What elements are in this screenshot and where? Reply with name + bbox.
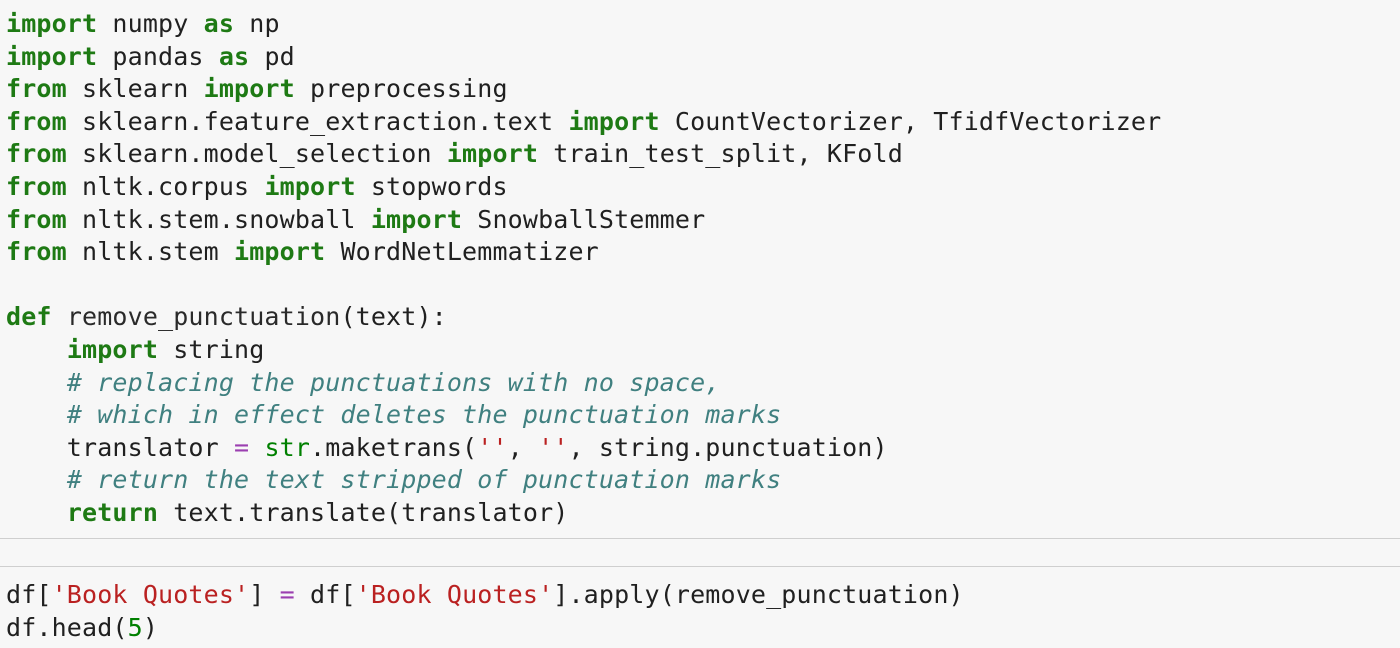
code-token: SnowballStemmer xyxy=(462,204,706,234)
code-token: from xyxy=(6,106,67,136)
code-token: # return the text stripped of punctuatio… xyxy=(66,465,782,495)
code-token: import xyxy=(234,237,326,267)
code-token: pd xyxy=(249,41,295,71)
code-token: def xyxy=(6,302,52,332)
code-token: = xyxy=(279,580,295,609)
code-token: import xyxy=(370,204,463,234)
code-token: from xyxy=(6,171,67,201)
code-token: import xyxy=(66,334,159,364)
code-token: 'Book Quotes' xyxy=(51,580,250,609)
code-token: , xyxy=(507,432,539,462)
code-token: '' xyxy=(477,432,508,462)
code-line: return text.translate(translator) xyxy=(6,497,1161,530)
code-token: = xyxy=(234,432,250,462)
code-token: as xyxy=(218,41,250,71)
code-token: import xyxy=(264,171,356,201)
code-line: df.head(5) xyxy=(6,612,964,645)
code-line: from nltk.corpus import stopwords xyxy=(6,171,1161,204)
code-token: df.head( xyxy=(6,612,128,642)
code-token: as xyxy=(203,9,235,38)
code-cell-apply-function[interactable]: df['Book Quotes'] = df['Book Quotes'].ap… xyxy=(0,566,1400,648)
code-token: translator xyxy=(6,432,235,462)
code-token: (text): xyxy=(340,302,447,332)
code-token: nltk.stem.snowball xyxy=(66,204,371,234)
code-line: # replacing the punctuations with no spa… xyxy=(6,367,1161,400)
code-line: from sklearn.feature_extraction.text imp… xyxy=(6,106,1161,139)
code-token: from xyxy=(6,204,67,234)
code-token: df[ xyxy=(6,580,52,609)
code-token: from xyxy=(6,139,67,169)
code-token: 'Book Quotes' xyxy=(355,580,554,609)
code-line: import string xyxy=(6,334,1161,367)
code-line: df['Book Quotes'] = df['Book Quotes'].ap… xyxy=(6,579,964,612)
code-token: CountVectorizer, TfidfVectorizer xyxy=(659,106,1162,136)
code-token: string xyxy=(158,334,265,364)
code-editor[interactable]: import numpy as np import pandas as pd fro… xyxy=(6,8,1161,530)
code-token: numpy xyxy=(97,9,204,38)
code-token: # replacing the punctuations with no spa… xyxy=(66,367,721,397)
cell-separator xyxy=(0,538,1400,567)
code-line: from nltk.stem.snowball import SnowballS… xyxy=(6,204,1161,237)
code-editor[interactable]: df['Book Quotes'] = df['Book Quotes'].ap… xyxy=(6,579,964,644)
code-line: from sklearn import preprocessing xyxy=(6,73,1161,106)
code-line: # which in effect deletes the punctuatio… xyxy=(6,399,1161,432)
code-token: str xyxy=(264,432,311,462)
code-line: from sklearn.model_selection import trai… xyxy=(6,138,1161,171)
code-token: return xyxy=(66,497,159,527)
code-token: stopwords xyxy=(355,171,508,201)
code-token: # which in effect deletes the punctuatio… xyxy=(66,400,782,430)
code-line: translator = str.maketrans('', '', strin… xyxy=(6,432,1161,465)
code-token: import xyxy=(6,9,98,38)
code-token: np xyxy=(234,9,280,38)
code-token: '' xyxy=(538,432,569,462)
code-line: import pandas as pd xyxy=(6,41,1161,74)
code-line: def remove_punctuation(text): xyxy=(6,301,1161,334)
code-token: WordNetLemmatizer xyxy=(325,237,599,267)
code-token: import xyxy=(568,106,660,136)
code-token: , string.punctuation) xyxy=(568,432,888,462)
code-token: sklearn.feature_extraction.text xyxy=(66,106,569,136)
code-token: import xyxy=(6,41,98,71)
code-token: nltk.stem xyxy=(66,237,235,267)
code-line: # return the text stripped of punctuatio… xyxy=(6,464,1161,497)
code-line: import numpy as np xyxy=(6,8,1161,41)
code-token: .maketrans( xyxy=(310,432,478,462)
code-cell-imports-and-function[interactable]: import numpy as np import pandas as pd fro… xyxy=(0,0,1400,538)
code-token: pandas xyxy=(97,41,219,71)
code-token: sklearn.model_selection xyxy=(66,139,447,169)
code-token: nltk.corpus xyxy=(66,171,265,201)
code-token: ].apply(remove_punctuation) xyxy=(553,580,964,609)
code-token: import xyxy=(203,74,295,104)
code-token: text.translate(translator) xyxy=(158,497,569,527)
code-token: ] xyxy=(249,580,280,609)
code-token: df[ xyxy=(294,580,356,609)
code-line: from nltk.stem import WordNetLemmatizer xyxy=(6,236,1161,269)
code-token: train_test_split, KFold xyxy=(538,139,903,169)
code-token: ) xyxy=(142,612,159,642)
code-token: from xyxy=(6,74,67,104)
code-token: import xyxy=(446,139,539,169)
code-token: remove_punctuation xyxy=(66,302,341,332)
code-token: from xyxy=(6,237,67,267)
code-token: 5 xyxy=(127,612,143,642)
code-token: preprocessing xyxy=(294,74,508,104)
code-token: sklearn xyxy=(66,74,204,104)
